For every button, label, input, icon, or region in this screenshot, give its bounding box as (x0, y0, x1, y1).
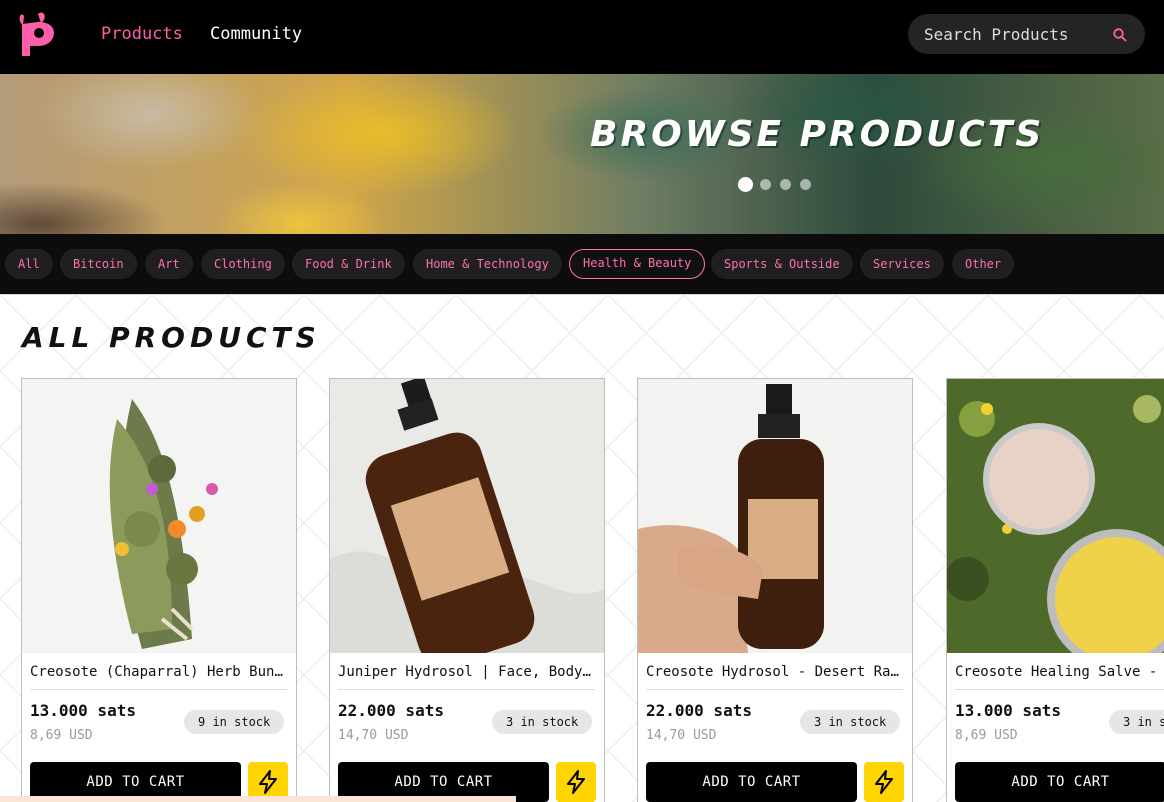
product-name[interactable]: Creosote Hydrosol - Desert Rain Spray (646, 663, 903, 681)
stock-badge: 3 in stock (800, 710, 901, 734)
product-price-sats: 13.000 sats (955, 701, 1061, 720)
stock-badge: 3 in stock (1109, 710, 1164, 734)
add-to-cart-button[interactable]: ADD TO CART (646, 762, 857, 802)
product-image[interactable] (947, 379, 1164, 653)
product-price-sats: 22.000 sats (338, 701, 444, 720)
category-chip-art[interactable]: Art (145, 249, 193, 279)
product-card[interactable]: Creosote (Chaparral) Herb Bundle 13.000 … (21, 378, 297, 802)
category-filter-bar: All Bitcoin Art Clothing Food & Drink Ho… (0, 234, 1164, 295)
divider (30, 689, 287, 690)
nav-community-link[interactable]: Community (210, 24, 302, 44)
category-chip-health-beauty[interactable]: Health & Beauty (569, 249, 706, 279)
product-price-usd: 14,70 USD (646, 728, 717, 743)
product-name[interactable]: Creosote Healing Salve - 2 oz (955, 663, 1164, 681)
divider (338, 689, 595, 690)
product-name[interactable]: Creosote (Chaparral) Herb Bundle (30, 663, 287, 681)
product-price-usd: 8,69 USD (30, 728, 93, 743)
product-price-usd: 8,69 USD (955, 728, 1018, 743)
stock-badge: 9 in stock (184, 710, 285, 734)
stock-badge: 3 in stock (492, 710, 593, 734)
category-chip-bitcoin[interactable]: Bitcoin (60, 249, 137, 279)
nav-products-link[interactable]: Products (101, 24, 183, 44)
carousel-dot-2[interactable] (760, 179, 771, 190)
zap-button[interactable] (556, 762, 596, 802)
carousel-dot-3[interactable] (780, 179, 791, 190)
divider (955, 689, 1164, 690)
top-navigation-bar: Products Community (0, 0, 1164, 74)
carousel-dot-1[interactable] (738, 177, 753, 192)
lightning-icon (875, 770, 893, 794)
hero-banner: BROWSE PRODUCTS (0, 74, 1164, 234)
lightning-icon (259, 770, 277, 794)
category-chip-food-drink[interactable]: Food & Drink (292, 249, 405, 279)
carousel-dot-4[interactable] (800, 179, 811, 190)
product-card[interactable]: Creosote Hydrosol - Desert Rain Spray 22… (637, 378, 913, 802)
product-price-sats: 22.000 sats (646, 701, 752, 720)
product-image[interactable] (330, 379, 604, 653)
product-image[interactable] (638, 379, 912, 653)
category-chip-clothing[interactable]: Clothing (201, 249, 285, 279)
search-input[interactable] (924, 14, 1104, 54)
product-name[interactable]: Juniper Hydrosol | Face, Body & Room Spr… (338, 663, 595, 681)
category-chip-all[interactable]: All (5, 249, 53, 279)
search-icon[interactable] (1112, 27, 1128, 43)
category-chip-other[interactable]: Other (952, 249, 1015, 279)
search-box[interactable] (908, 14, 1145, 54)
category-chip-services[interactable]: Services (860, 249, 944, 279)
category-chip-home-technology[interactable]: Home & Technology (413, 249, 562, 279)
product-price-usd: 14,70 USD (338, 728, 409, 743)
zap-button[interactable] (864, 762, 904, 802)
butterfly-p-logo-icon[interactable] (18, 12, 56, 58)
lightning-icon (567, 770, 585, 794)
product-card[interactable]: Juniper Hydrosol | Face, Body & Room Spr… (329, 378, 605, 802)
products-section: ALL PRODUCTS Creosote (Chaparral) Herb B… (0, 295, 1164, 802)
product-image[interactable] (22, 379, 296, 653)
add-to-cart-button[interactable]: ADD TO CART (955, 762, 1164, 802)
hero-title: BROWSE PRODUCTS (590, 114, 1045, 155)
product-card[interactable]: Creosote Healing Salve - 2 oz 13.000 sat… (946, 378, 1164, 802)
category-chip-sports-outside[interactable]: Sports & Outside (711, 249, 853, 279)
bottom-notification-strip (0, 796, 516, 802)
section-title: ALL PRODUCTS (22, 321, 321, 354)
product-price-sats: 13.000 sats (30, 701, 136, 720)
divider (646, 689, 903, 690)
